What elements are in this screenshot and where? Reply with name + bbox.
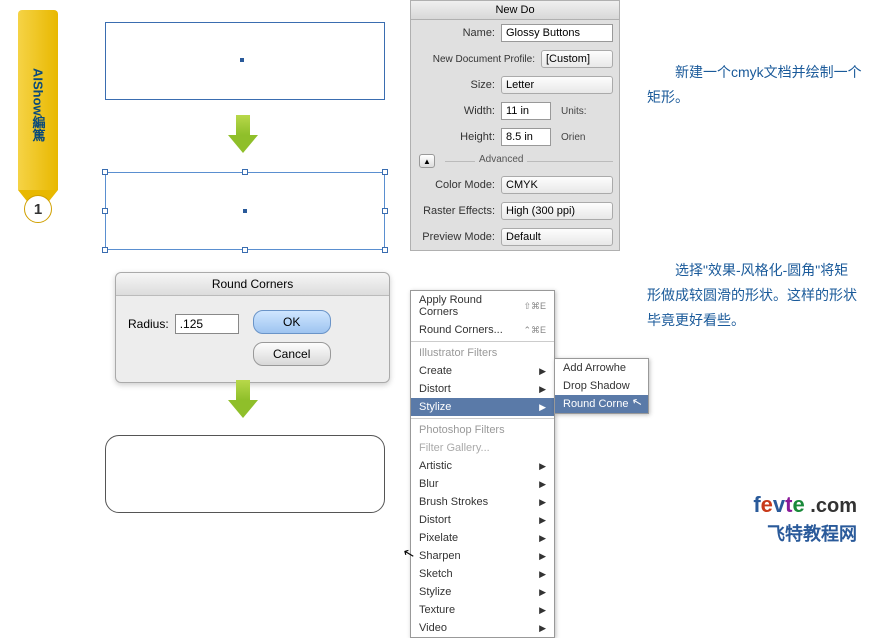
handle-icon[interactable] bbox=[102, 247, 108, 253]
menu-separator bbox=[411, 418, 554, 419]
preview-label: Preview Mode: bbox=[417, 231, 495, 243]
menu-apply-round-corners[interactable]: Apply Round Corners⇧⌘E bbox=[411, 291, 554, 321]
menu-stylize2[interactable]: Stylize▶ bbox=[411, 583, 554, 601]
dialog-title: New Do bbox=[411, 1, 619, 20]
height-label: Height: bbox=[417, 131, 495, 143]
menu-separator bbox=[411, 341, 554, 342]
menu-round-corners-edit[interactable]: Round Corners...⌃⌘E bbox=[411, 321, 554, 339]
menu-distort[interactable]: Distort▶ bbox=[411, 380, 554, 398]
rectangle-center-dot bbox=[243, 209, 247, 213]
menu-texture[interactable]: Texture▶ bbox=[411, 601, 554, 619]
preview-select[interactable]: Default bbox=[501, 228, 613, 246]
handle-icon[interactable] bbox=[242, 169, 248, 175]
colormode-select[interactable]: CMYK bbox=[501, 176, 613, 194]
profile-label: New Document Profile: bbox=[417, 54, 535, 65]
profile-select[interactable]: [Custom] bbox=[541, 50, 613, 68]
raster-select[interactable]: High (300 ppi) bbox=[501, 202, 613, 220]
menu-header-illustrator: Illustrator Filters bbox=[411, 344, 554, 362]
submenu-add-arrowheads[interactable]: Add Arrowhe bbox=[555, 359, 648, 377]
rectangle-center-dot bbox=[240, 58, 244, 62]
ok-button[interactable]: OK bbox=[253, 310, 331, 334]
banner-label: AIShow編篤 bbox=[18, 10, 58, 190]
handle-icon[interactable] bbox=[382, 208, 388, 214]
name-input[interactable] bbox=[501, 24, 613, 42]
menu-create[interactable]: Create▶ bbox=[411, 362, 554, 380]
menu-sharpen[interactable]: Sharpen▶ bbox=[411, 547, 554, 565]
submenu-drop-shadow[interactable]: Drop Shadow bbox=[555, 377, 648, 395]
name-label: Name: bbox=[417, 27, 495, 39]
dialog-title: Round Corners bbox=[116, 273, 389, 296]
height-input[interactable] bbox=[501, 128, 551, 146]
menu-video[interactable]: Video▶ bbox=[411, 619, 554, 637]
instruction-text-1: 新建一个cmyk文档并绘制一个矩形。 bbox=[647, 60, 862, 110]
handle-icon[interactable] bbox=[102, 208, 108, 214]
rectangle-sharp bbox=[105, 22, 385, 100]
menu-brush-strokes[interactable]: Brush Strokes▶ bbox=[411, 493, 554, 511]
menu-header-photoshop: Photoshop Filters bbox=[411, 421, 554, 439]
step-number: 1 bbox=[24, 195, 52, 223]
handle-icon[interactable] bbox=[382, 247, 388, 253]
colormode-label: Color Mode: bbox=[417, 179, 495, 191]
arrow-down-icon bbox=[228, 115, 258, 155]
menu-filter-gallery[interactable]: Filter Gallery... bbox=[411, 439, 554, 457]
new-document-dialog: New Do Name: New Document Profile: [Cust… bbox=[410, 0, 620, 251]
menu-blur[interactable]: Blur▶ bbox=[411, 475, 554, 493]
width-input[interactable] bbox=[501, 102, 551, 120]
menu-pixelate[interactable]: Pixelate▶ bbox=[411, 529, 554, 547]
size-label: Size: bbox=[417, 79, 495, 91]
width-label: Width: bbox=[417, 105, 495, 117]
advanced-label: Advanced bbox=[475, 154, 527, 165]
menu-stylize[interactable]: Stylize▶ bbox=[411, 398, 554, 416]
units-label: Units: bbox=[561, 106, 587, 117]
site-logo: fevte .com 飞特教程网 bbox=[753, 492, 857, 546]
menu-sketch[interactable]: Sketch▶ bbox=[411, 565, 554, 583]
handle-icon[interactable] bbox=[382, 169, 388, 175]
rectangle-rounded bbox=[105, 435, 385, 513]
instruction-text-2: 选择"效果-风格化-圆角"将矩形做成较圆滑的形状。这样的形状毕竟更好看些。 bbox=[647, 258, 862, 334]
arrow-down-icon bbox=[228, 380, 258, 420]
round-corners-dialog: Round Corners Radius: OK Cancel bbox=[115, 272, 390, 383]
menu-distort2[interactable]: Distort▶ bbox=[411, 511, 554, 529]
radius-input[interactable] bbox=[175, 314, 239, 334]
effects-menu: Apply Round Corners⇧⌘E Round Corners...⌃… bbox=[410, 290, 555, 638]
menu-artistic[interactable]: Artistic▶ bbox=[411, 457, 554, 475]
handle-icon[interactable] bbox=[242, 247, 248, 253]
advanced-toggle[interactable]: ▲ bbox=[419, 154, 435, 168]
radius-label: Radius: bbox=[128, 317, 169, 331]
orient-label: Orien bbox=[561, 132, 585, 143]
handle-icon[interactable] bbox=[102, 169, 108, 175]
size-select[interactable]: Letter bbox=[501, 76, 613, 94]
rectangle-selected[interactable] bbox=[105, 172, 385, 250]
raster-label: Raster Effects: bbox=[417, 205, 495, 217]
cancel-button[interactable]: Cancel bbox=[253, 342, 331, 366]
